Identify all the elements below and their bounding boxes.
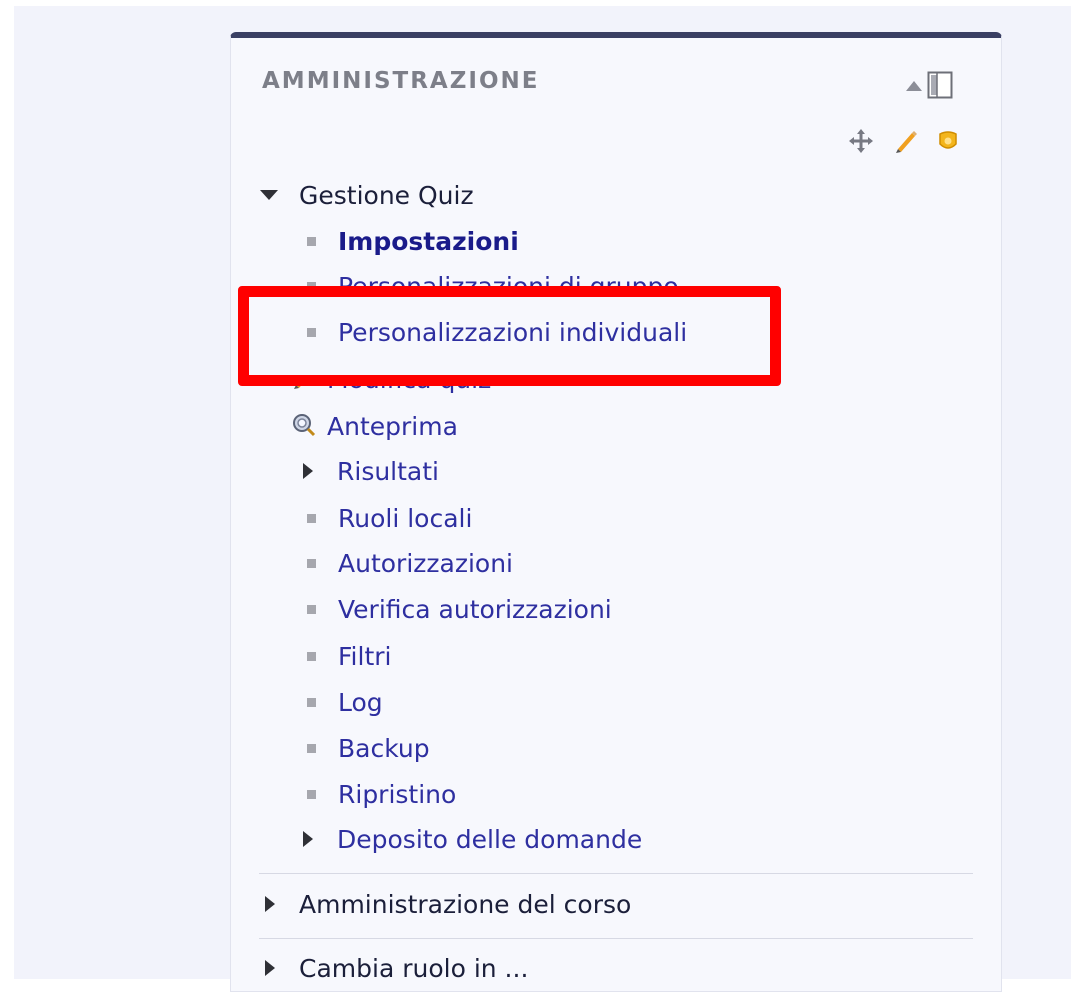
tree-item-ripristino[interactable]: Ripristino xyxy=(305,776,456,814)
assign-roles-icon[interactable] xyxy=(935,128,961,154)
tree-item-anteprima[interactable]: Anteprima xyxy=(292,408,458,446)
collapsed-arrow-icon xyxy=(265,960,275,976)
bullet-icon xyxy=(307,697,316,707)
tree-item-modifica-quiz[interactable]: Modifica quiz xyxy=(292,361,491,399)
bullet-icon xyxy=(307,604,316,614)
tree-item-ruoli-locali[interactable]: Ruoli locali xyxy=(305,500,472,538)
tree-item-impostazioni[interactable]: Impostazioni xyxy=(305,223,519,261)
section-divider xyxy=(259,873,973,874)
tree-item-verifica-autorizzazioni[interactable]: Verifica autorizzazioni xyxy=(305,591,612,629)
bullet-icon xyxy=(307,651,316,661)
tree-node-gestione-quiz[interactable]: Gestione Quiz xyxy=(260,177,474,215)
pencil-icon[interactable] xyxy=(893,128,919,154)
move-icon[interactable] xyxy=(849,129,873,153)
tree-node-label: Gestione Quiz xyxy=(299,181,474,210)
tree-node-cambia-ruolo[interactable]: Cambia ruolo in ... xyxy=(262,950,528,988)
tree-item-filtri[interactable]: Filtri xyxy=(305,638,391,676)
tree-node-amministrazione-corso[interactable]: Amministrazione del corso xyxy=(262,886,631,924)
bullet-icon xyxy=(307,327,316,337)
collapsed-arrow-icon xyxy=(265,896,275,912)
bullet-icon xyxy=(307,743,316,753)
section-divider xyxy=(259,938,973,939)
bullet-icon xyxy=(307,789,316,799)
tree-item-personalizzazioni-gruppo[interactable]: Personalizzazioni di gruppo xyxy=(305,268,679,306)
tree-item-personalizzazioni-individuali[interactable]: Personalizzazioni individuali xyxy=(305,314,687,352)
tree-item-backup[interactable]: Backup xyxy=(305,730,430,768)
preview-magnifier-icon xyxy=(293,414,316,437)
collapse-up-icon[interactable] xyxy=(905,80,923,92)
bullet-icon xyxy=(307,558,316,568)
expanded-arrow-icon xyxy=(260,190,278,200)
tree-node-risultati[interactable]: Risultati xyxy=(300,453,439,491)
tree-node-deposito-domande[interactable]: Deposito delle domande xyxy=(300,821,642,859)
tree-item-log[interactable]: Log xyxy=(305,684,383,722)
bullet-icon xyxy=(307,281,316,291)
collapsed-arrow-icon xyxy=(303,831,313,847)
block-title: AMMINISTRAZIONE xyxy=(262,68,540,94)
bullet-icon xyxy=(307,513,316,523)
pencil-icon xyxy=(294,370,312,389)
collapsed-arrow-icon xyxy=(303,463,313,479)
tree-item-autorizzazioni[interactable]: Autorizzazioni xyxy=(305,545,513,583)
dock-icon[interactable] xyxy=(927,71,953,99)
bullet-icon xyxy=(307,236,316,246)
